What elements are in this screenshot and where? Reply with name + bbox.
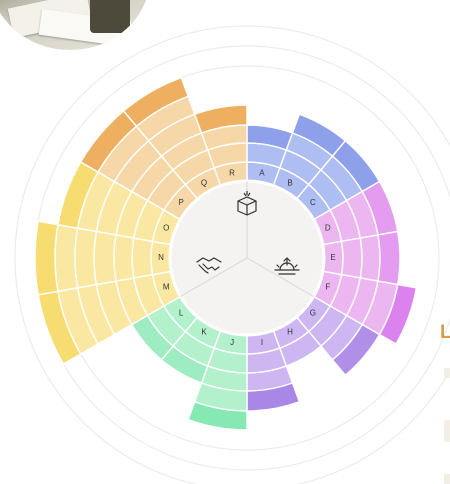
segment-n-band — [131, 237, 154, 279]
segment-n-band — [93, 230, 117, 286]
radial-wheel-chart: A B C D E F G H I J K L M N O P Q R — [14, 25, 450, 484]
segment-n-band — [34, 220, 59, 296]
side-text-line — [444, 368, 450, 378]
segment-e-band — [340, 237, 363, 279]
segment-n-band — [54, 223, 79, 293]
center-hub — [168, 179, 326, 337]
side-text-line — [444, 420, 450, 442]
segment-letter: J — [230, 338, 234, 347]
segment-letter: N — [158, 253, 164, 262]
segment-e-band — [377, 230, 401, 286]
segment-letter: B — [287, 179, 292, 188]
segment-letter: I — [261, 338, 263, 347]
segment-letter: F — [325, 283, 330, 292]
side-heading-initial: L — [440, 322, 450, 343]
segment-letter: A — [259, 168, 265, 177]
segment-e-band — [359, 234, 381, 282]
segment-letter: K — [201, 328, 207, 337]
segment-letter: E — [330, 253, 335, 262]
segment-letter: M — [163, 283, 170, 292]
segment-letter: Q — [201, 179, 207, 188]
segment-letter: D — [325, 224, 331, 233]
side-text-line — [444, 474, 450, 484]
segment-n-band — [74, 227, 98, 289]
segment-letter: L — [179, 308, 184, 317]
segment-letter: C — [310, 198, 316, 207]
segment-letter: G — [310, 308, 316, 317]
segment-letter: O — [163, 224, 169, 233]
segment-letter: H — [287, 328, 293, 337]
segment-letter: P — [178, 198, 183, 207]
segment-n-band — [113, 234, 135, 282]
segment-letter: R — [229, 168, 235, 177]
